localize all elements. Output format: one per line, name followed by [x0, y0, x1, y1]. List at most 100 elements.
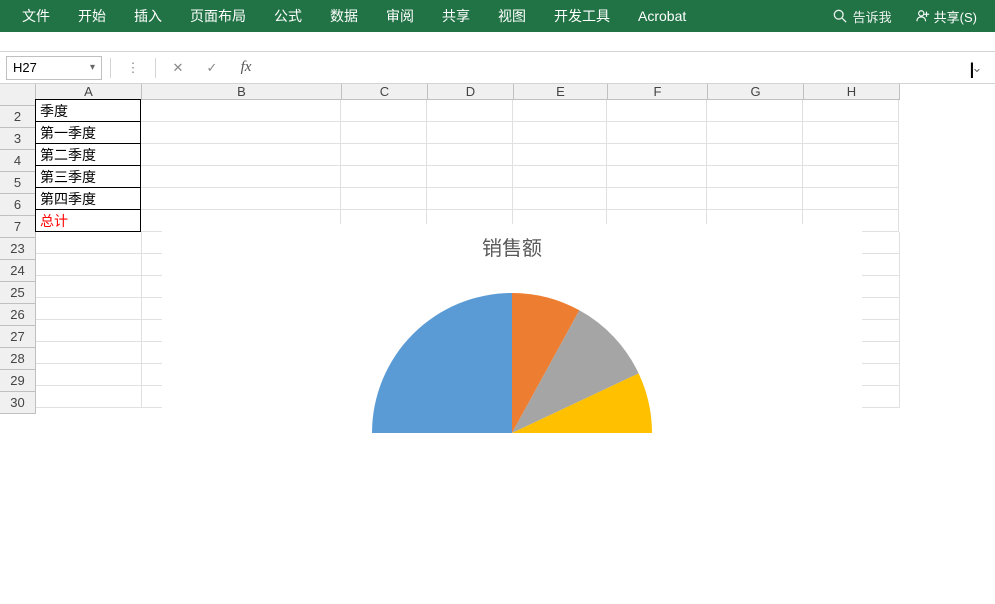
cell-G3[interactable] — [707, 122, 803, 144]
cell-G6[interactable] — [707, 188, 803, 210]
cell-C5[interactable] — [341, 166, 427, 188]
cell-A27[interactable] — [36, 320, 142, 342]
tab-share[interactable]: 共享 — [428, 0, 484, 32]
cell-B6[interactable] — [141, 188, 341, 210]
col-header-E[interactable]: E — [514, 84, 608, 100]
cell-F3[interactable] — [607, 122, 707, 144]
formula-input[interactable] — [266, 56, 959, 80]
row-header-23[interactable]: 23 — [0, 238, 36, 260]
tab-formulas[interactable]: 公式 — [260, 0, 316, 32]
tell-me-search[interactable]: 告诉我 — [823, 7, 902, 26]
tab-view[interactable]: 视图 — [484, 0, 540, 32]
row-header-2[interactable]: 2 — [0, 106, 36, 128]
row-header-3[interactable]: 3 — [0, 128, 36, 150]
share-button[interactable]: 共享(S) — [906, 7, 987, 26]
col-header-A[interactable]: A — [36, 84, 142, 100]
tab-developer[interactable]: 开发工具 — [540, 0, 624, 32]
cell-F4[interactable] — [607, 144, 707, 166]
row-header-28[interactable]: 28 — [0, 348, 36, 370]
row-header-30[interactable]: 30 — [0, 392, 36, 414]
cell-H4[interactable] — [803, 144, 899, 166]
more-icon[interactable]: ⋮ — [119, 56, 147, 80]
cell-H6[interactable] — [803, 188, 899, 210]
row-header-24[interactable]: 24 — [0, 260, 36, 282]
row-header-26[interactable]: 26 — [0, 304, 36, 326]
tab-page-layout[interactable]: 页面布局 — [176, 0, 260, 32]
cell-H3[interactable] — [803, 122, 899, 144]
row-header-5[interactable]: 5 — [0, 172, 36, 194]
cell-A29[interactable] — [36, 364, 142, 386]
expand-formula-icon[interactable]: ⌄ — [965, 60, 989, 76]
cell-B3[interactable] — [141, 122, 341, 144]
cell-F5[interactable] — [607, 166, 707, 188]
cancel-icon[interactable]: ✕ — [164, 56, 192, 80]
row-header-4[interactable]: 4 — [0, 150, 36, 172]
cell-B5[interactable] — [141, 166, 341, 188]
cell-G2[interactable] — [707, 100, 803, 122]
row-header-7[interactable]: 7 — [0, 216, 36, 238]
name-box[interactable]: H27 ▾ — [6, 56, 102, 80]
cell-A26[interactable] — [36, 298, 142, 320]
cell-E6[interactable] — [513, 188, 607, 210]
pie-chart — [162, 273, 862, 453]
cell-A23[interactable] — [36, 232, 142, 254]
cell-D4[interactable] — [427, 144, 513, 166]
cell-A4[interactable]: 第二季度 — [35, 143, 141, 166]
cell-G5[interactable] — [707, 166, 803, 188]
tab-acrobat[interactable]: Acrobat — [624, 0, 700, 32]
cell-C2[interactable] — [341, 100, 427, 122]
chart-object[interactable]: 销售额 — [162, 224, 862, 604]
cell-A28[interactable] — [36, 342, 142, 364]
cell-C6[interactable] — [341, 188, 427, 210]
cell-B2[interactable] — [141, 100, 341, 122]
cell-A5[interactable]: 第三季度 — [35, 165, 141, 188]
col-header-D[interactable]: D — [428, 84, 514, 100]
cell-D2[interactable] — [427, 100, 513, 122]
cell-E5[interactable] — [513, 166, 607, 188]
col-header-G[interactable]: G — [708, 84, 804, 100]
cell-H5[interactable] — [803, 166, 899, 188]
cell-C4[interactable] — [341, 144, 427, 166]
cell-A2[interactable]: 季度 — [35, 99, 141, 122]
tab-file[interactable]: 文件 — [8, 0, 64, 32]
cell-A3[interactable]: 第一季度 — [35, 121, 141, 144]
cell-E3[interactable] — [513, 122, 607, 144]
col-header-C[interactable]: C — [342, 84, 428, 100]
cell-F6[interactable] — [607, 188, 707, 210]
cell-A25[interactable] — [36, 276, 142, 298]
cell-E2[interactable] — [513, 100, 607, 122]
cell-D5[interactable] — [427, 166, 513, 188]
cell-D6[interactable] — [427, 188, 513, 210]
row-header-6[interactable]: 6 — [0, 194, 36, 216]
row-header-25[interactable]: 25 — [0, 282, 36, 304]
search-icon — [833, 9, 847, 23]
tab-data[interactable]: 数据 — [316, 0, 372, 32]
col-header-B[interactable]: B — [142, 84, 342, 100]
cell-A6[interactable]: 第四季度 — [35, 187, 141, 210]
cell-A24[interactable] — [36, 254, 142, 276]
row-header-29[interactable]: 29 — [0, 370, 36, 392]
row-header-27[interactable]: 27 — [0, 326, 36, 348]
col-header-F[interactable]: F — [608, 84, 708, 100]
cell-D3[interactable] — [427, 122, 513, 144]
select-all-corner[interactable] — [0, 84, 36, 106]
enter-icon[interactable]: ✓ — [198, 56, 226, 80]
chevron-down-icon[interactable]: ▾ — [90, 62, 95, 73]
fx-icon[interactable]: fx — [232, 56, 260, 80]
cell-G4[interactable] — [707, 144, 803, 166]
divider — [155, 58, 156, 78]
tab-insert[interactable]: 插入 — [120, 0, 176, 32]
cell-A30[interactable] — [36, 386, 142, 408]
tab-home[interactable]: 开始 — [64, 0, 120, 32]
cell-C3[interactable] — [341, 122, 427, 144]
share-label: 共享(S) — [934, 7, 977, 26]
cell-H2[interactable] — [803, 100, 899, 122]
cell-A7[interactable]: 总计 — [35, 209, 141, 232]
chart-title: 销售额 — [162, 224, 862, 273]
col-header-H[interactable]: H — [804, 84, 900, 100]
cell-E4[interactable] — [513, 144, 607, 166]
cell-B4[interactable] — [141, 144, 341, 166]
tab-review[interactable]: 审阅 — [372, 0, 428, 32]
spreadsheet-grid[interactable]: 2345672324252627282930 ABCDEFGH 季度第一季度第二… — [0, 84, 995, 532]
cell-F2[interactable] — [607, 100, 707, 122]
